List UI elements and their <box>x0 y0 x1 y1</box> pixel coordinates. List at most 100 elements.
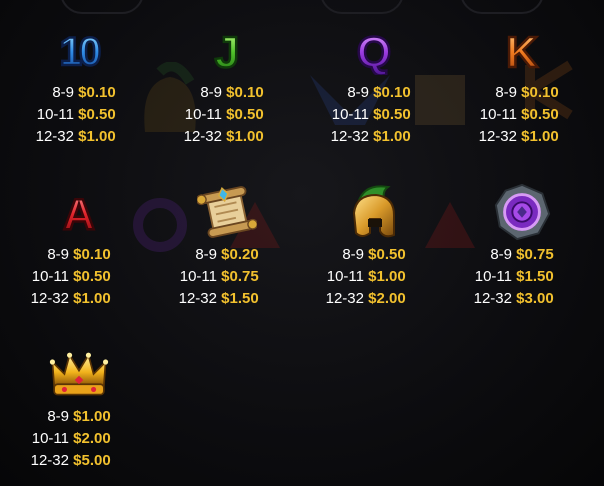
payout-value: $0.10 <box>78 84 116 101</box>
payout-value: $0.50 <box>78 106 116 123</box>
payout-row: 12-32 $2.00 <box>300 288 448 310</box>
payout-list: 8-9 $0.50 10-11 $1.00 12-32 $2.00 <box>300 244 448 310</box>
queen-card-icon: Q <box>344 20 404 80</box>
payout-value: $1.00 <box>368 268 406 285</box>
payout-list: 8-9 $0.10 10-11 $0.50 12-32 $1.00 <box>448 82 596 148</box>
count-label: 10-11 <box>326 268 364 285</box>
count-label: 10-11 <box>474 268 512 285</box>
svg-text:A: A <box>63 190 95 237</box>
payout-row: 8-9 $0.10 <box>300 82 448 104</box>
payout-value: $0.75 <box>221 268 259 285</box>
payout-list: 8-9 $0.10 10-11 $0.50 12-32 $1.00 <box>5 244 153 310</box>
count-label: 12-32 <box>30 452 69 469</box>
payout-row: 8-9 $0.10 <box>153 82 301 104</box>
count-label: 12-32 <box>473 290 512 307</box>
payout-value: $3.00 <box>516 290 554 307</box>
payout-value: $0.50 <box>368 246 406 263</box>
background-frame <box>460 0 544 14</box>
count-label: 8-9 <box>347 84 369 101</box>
paytable-entry-j: J 8-9 $0.10 10-11 $0.50 12-32 $1.00 <box>153 20 301 170</box>
payout-value: $0.20 <box>221 246 259 263</box>
svg-text:K: K <box>506 28 538 75</box>
payout-row: 8-9 $0.10 <box>5 82 153 104</box>
crown-icon <box>49 344 109 404</box>
count-label: 12-32 <box>325 290 364 307</box>
payout-row: 8-9 $1.00 <box>5 406 153 428</box>
ten-card-icon: 10 <box>49 20 109 80</box>
count-label: 12-32 <box>178 290 217 307</box>
payout-row: 10-11 $0.75 <box>153 266 301 288</box>
count-label: 12-32 <box>30 290 69 307</box>
scroll-icon <box>197 182 257 242</box>
payout-list: 8-9 $0.10 10-11 $0.50 12-32 $1.00 <box>5 82 153 148</box>
count-label: 8-9 <box>52 84 74 101</box>
count-label: 10-11 <box>31 430 69 447</box>
payout-value: $2.00 <box>73 430 111 447</box>
payout-row: 8-9 $0.10 <box>5 244 153 266</box>
payout-row: 12-32 $1.00 <box>153 126 301 148</box>
count-label: 12-32 <box>35 128 74 145</box>
count-label: 10-11 <box>179 268 217 285</box>
paytable-entry-a: A 8-9 $0.10 10-11 $0.50 12-32 $1.00 <box>5 182 153 332</box>
count-label: 12-32 <box>478 128 517 145</box>
payout-value: $1.50 <box>221 290 259 307</box>
payout-row: 12-32 $1.00 <box>5 126 153 148</box>
payout-row: 10-11 $0.50 <box>448 104 596 126</box>
count-label: 10-11 <box>184 106 222 123</box>
payout-row: 10-11 $0.50 <box>5 104 153 126</box>
count-label: 8-9 <box>490 246 512 263</box>
king-card-icon: K <box>492 20 552 80</box>
paytable-entry-scroll: 8-9 $0.20 10-11 $0.75 12-32 $1.50 <box>153 182 301 332</box>
paytable-entry-10: 10 8-9 $0.10 10-11 $0.50 12-32 $1.00 <box>5 20 153 170</box>
payout-list: 8-9 $0.10 10-11 $0.50 12-32 $1.00 <box>153 82 301 148</box>
payout-row: 10-11 $1.50 <box>448 266 596 288</box>
payout-row: 12-32 $1.00 <box>300 126 448 148</box>
payout-row: 12-32 $5.00 <box>5 450 153 472</box>
paytable-screen: 10 8-9 $0.10 10-11 $0.50 12-32 $1.00 J 8… <box>0 0 604 486</box>
count-label: 10-11 <box>36 106 74 123</box>
svg-text:10: 10 <box>60 30 100 74</box>
payout-value: $1.00 <box>73 290 111 307</box>
payout-value: $0.75 <box>516 246 554 263</box>
jack-card-icon: J <box>197 20 257 80</box>
payout-value: $2.00 <box>368 290 406 307</box>
payout-row: 12-32 $3.00 <box>448 288 596 310</box>
payout-row: 10-11 $1.00 <box>300 266 448 288</box>
payout-row: 8-9 $0.75 <box>448 244 596 266</box>
payout-row: 8-9 $0.50 <box>300 244 448 266</box>
payout-row: 10-11 $2.00 <box>5 428 153 450</box>
background-frame <box>320 0 404 14</box>
payout-row: 10-11 $0.50 <box>153 104 301 126</box>
payout-row: 8-9 $0.20 <box>153 244 301 266</box>
count-label: 8-9 <box>195 246 217 263</box>
payout-value: $1.00 <box>373 128 411 145</box>
payout-value: $0.50 <box>226 106 264 123</box>
payout-value: $1.00 <box>78 128 116 145</box>
payout-list: 8-9 $0.75 10-11 $1.50 12-32 $3.00 <box>448 244 596 310</box>
spartan-helmet-icon <box>344 182 404 242</box>
shield-gem-icon <box>492 182 552 242</box>
paytable-entry-k: K 8-9 $0.10 10-11 $0.50 12-32 $1.00 <box>448 20 596 170</box>
svg-text:Q: Q <box>357 28 391 75</box>
payout-value: $1.00 <box>226 128 264 145</box>
payout-value: $1.00 <box>73 408 111 425</box>
payout-row: 10-11 $0.50 <box>300 104 448 126</box>
svg-text:J: J <box>215 28 239 75</box>
payout-value: $5.00 <box>73 452 111 469</box>
background-frame <box>60 0 144 14</box>
count-label: 8-9 <box>47 246 69 263</box>
payout-value: $0.10 <box>226 84 264 101</box>
payout-value: $0.10 <box>73 246 111 263</box>
count-label: 10-11 <box>31 268 69 285</box>
payout-value: $0.50 <box>73 268 111 285</box>
payout-row: 12-32 $1.00 <box>448 126 596 148</box>
payout-row: 10-11 $0.50 <box>5 266 153 288</box>
ace-card-icon: A <box>49 182 109 242</box>
payout-value: $1.00 <box>521 128 559 145</box>
payout-list: 8-9 $0.10 10-11 $0.50 12-32 $1.00 <box>300 82 448 148</box>
count-label: 8-9 <box>47 408 69 425</box>
paytable-entry-shield: 8-9 $0.75 10-11 $1.50 12-32 $3.00 <box>448 182 596 332</box>
paytable-entry-helmet: 8-9 $0.50 10-11 $1.00 12-32 $2.00 <box>300 182 448 332</box>
count-label: 12-32 <box>183 128 222 145</box>
count-label: 8-9 <box>342 246 364 263</box>
